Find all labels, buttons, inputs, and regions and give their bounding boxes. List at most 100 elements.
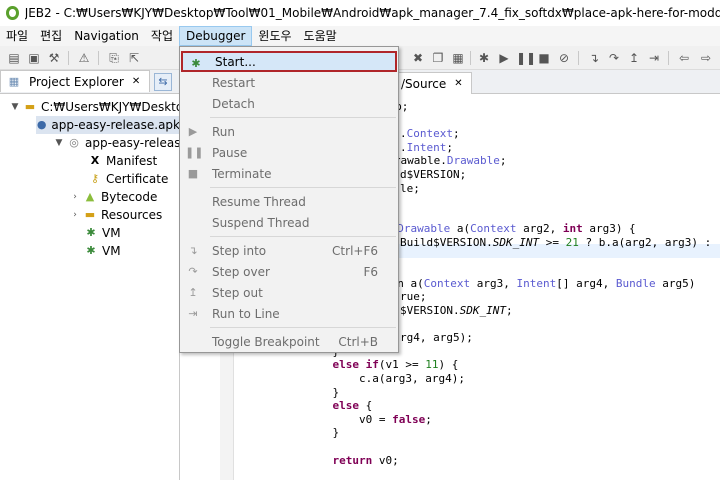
menu-item-label: Step into (212, 243, 267, 258)
expand-icon[interactable]: › (70, 210, 80, 220)
delete-icon[interactable]: ✖ (410, 50, 426, 66)
debugger-menu: ✱ Start... Restart Detach ▶ Run ❚❚ Pause ■ Termin… (179, 46, 399, 353)
menu-file[interactable]: 파일 (0, 26, 34, 46)
code-line: } (306, 385, 340, 399)
menu-item-label: Toggle Breakpoint (212, 334, 320, 349)
export-icon[interactable]: ⇱ (126, 50, 142, 66)
toolbar-separator (578, 51, 579, 65)
menu-item-toggle-breakpoint[interactable]: Toggle Breakpoint Ctrl+B (180, 331, 398, 352)
jeb-app-icon (6, 6, 19, 20)
window-title: JEB2 - C:₩Users₩KJY₩Desktop₩Tool₩01_Mobi… (24, 6, 720, 20)
menu-item-suspend-thread[interactable]: Suspend Thread (180, 212, 398, 233)
tree-item-label: Resources (101, 208, 163, 222)
save-icon[interactable]: ▣ (26, 50, 42, 66)
menu-item-terminate[interactable]: ■ Terminate (180, 163, 398, 184)
tab-source[interactable]: /Source ✕ (392, 72, 472, 94)
step-out-icon: ↥ (188, 286, 198, 299)
toolbar-separator (668, 51, 669, 65)
source-tab-label: /Source (401, 76, 447, 91)
menu-item-label: Run to Line (212, 306, 280, 321)
menu-edit[interactable]: 편집 (34, 26, 68, 46)
menu-window[interactable]: 윈도우 (252, 26, 297, 46)
menu-item-label: Pause (212, 145, 248, 160)
tree-item-vm[interactable]: ✱ VM (84, 242, 120, 260)
step-into-icon: ↴ (188, 244, 198, 257)
tree-item-label: Bytecode (101, 190, 158, 204)
wrench-icon[interactable]: ⚒ (46, 50, 62, 66)
tree-item-manifest[interactable]: X Manifest (88, 152, 157, 170)
expand-icon[interactable]: ▼ (10, 102, 20, 112)
menu-item-pause[interactable]: ❚❚ Pause (180, 142, 398, 163)
menu-separator (210, 327, 396, 328)
menu-item-shortcut: Ctrl+F6 (332, 243, 378, 258)
menu-item-shortcut: F6 (363, 264, 378, 279)
code-line: .Context; (400, 127, 460, 141)
close-icon[interactable]: ✕ (132, 76, 140, 87)
back-icon[interactable]: ⇦ (676, 50, 692, 66)
tab-project-explorer[interactable]: ▦ Project Explorer ✕ (0, 70, 150, 92)
step-into-icon[interactable]: ↴ (586, 50, 602, 66)
step-over-icon[interactable]: ↷ (606, 50, 622, 66)
code-line: l Drawable a(Context arg2, int arg3) { (384, 222, 636, 236)
menu-item-label: Step out (212, 285, 263, 300)
disconnect-icon[interactable]: ⊘ (556, 50, 572, 66)
toolbar-separator (98, 51, 99, 65)
manifest-icon: X (90, 154, 100, 167)
run-to-line-icon[interactable]: ⇥ (646, 50, 662, 66)
pause-icon: ❚❚ (185, 146, 204, 159)
paste-icon[interactable]: ▦ (450, 50, 466, 66)
apk-icon: ● (36, 118, 47, 131)
menu-debugger[interactable]: Debugger (179, 26, 253, 46)
menu-item-label: Suspend Thread (212, 215, 310, 230)
copy-icon[interactable]: ❐ (430, 50, 446, 66)
link-editor-icon[interactable]: ⇆ (154, 73, 172, 91)
menu-item-step-out[interactable]: ↥ Step out (180, 282, 398, 303)
menu-item-run-to-line[interactable]: ⇥ Run to Line (180, 303, 398, 324)
menu-item-step-over[interactable]: ↷ Step over F6 (180, 261, 398, 282)
tree-item-package[interactable]: ▼ ◎ app-easy-release.a (54, 134, 200, 152)
stop-icon[interactable]: ■ (536, 50, 552, 66)
code-line: else { (332, 399, 373, 413)
tree-item-root-folder[interactable]: ▼ ▬ C:₩Users₩KJY₩Desktop₩ (10, 98, 203, 116)
tree-item-bytecode[interactable]: › ▲ Bytecode (70, 188, 157, 206)
menu-item-restart[interactable]: Restart (180, 72, 398, 93)
tree-item-label: Certificate (106, 172, 169, 186)
step-over-icon: ↷ (188, 265, 198, 278)
toolbar-separator (470, 51, 471, 65)
code-line: rg4, arg5); (400, 331, 473, 345)
expand-icon[interactable]: › (70, 192, 80, 202)
menu-item-detach[interactable]: Detach (180, 93, 398, 114)
tree-item-apk[interactable]: ● app-easy-release.apk (36, 116, 180, 134)
menu-item-label: Step over (212, 264, 270, 279)
forward-icon[interactable]: ⇨ (698, 50, 714, 66)
pause-icon[interactable]: ❚❚ (516, 50, 536, 66)
title-bar: JEB2 - C:₩Users₩KJY₩Desktop₩Tool₩01_Mobi… (0, 0, 720, 26)
menu-help[interactable]: 도움말 (298, 26, 343, 46)
menu-item-run[interactable]: ▶ Run (180, 121, 398, 142)
debug-start-icon[interactable]: ✱ (476, 50, 492, 66)
code-line: Build$VERSION.SDK_INT >= 21 ? b.a(arg2, … (400, 236, 712, 249)
bug-start-icon: ✱ (191, 57, 201, 70)
new-file-icon[interactable]: ⎘ (106, 50, 122, 66)
menu-item-start[interactable]: ✱ Start... (181, 51, 397, 72)
code-line: d$VERSION; (400, 168, 467, 181)
open-folder-icon[interactable]: ▤ (6, 50, 22, 66)
expand-icon[interactable]: ▼ (54, 138, 64, 148)
step-out-icon[interactable]: ↥ (626, 50, 642, 66)
menu-item-step-into[interactable]: ↴ Step into Ctrl+F6 (180, 240, 398, 261)
tree-item-vm[interactable]: ✱ VM (84, 224, 120, 242)
close-icon[interactable]: ✕ (454, 78, 462, 89)
tree-item-resources[interactable]: › ▬ Resources (70, 206, 162, 224)
menu-navigation[interactable]: Navigation (68, 26, 145, 46)
menu-item-label: Run (212, 124, 236, 139)
run-icon[interactable]: ▶ (496, 50, 512, 66)
menu-item-resume-thread[interactable]: Resume Thread (180, 191, 398, 212)
warning-icon[interactable]: ⚠ (76, 50, 92, 66)
menu-item-shortcut: Ctrl+B (338, 334, 378, 349)
package-icon: ◎ (69, 136, 79, 149)
menu-action[interactable]: 작업 (145, 26, 179, 46)
code-line: c.a(arg3, arg4); (306, 372, 465, 385)
tree-item-certificate[interactable]: ⚷ Certificate (88, 170, 168, 188)
toolbar-separator (68, 51, 69, 65)
tree-item-label: app-easy-release.apk (51, 118, 180, 132)
